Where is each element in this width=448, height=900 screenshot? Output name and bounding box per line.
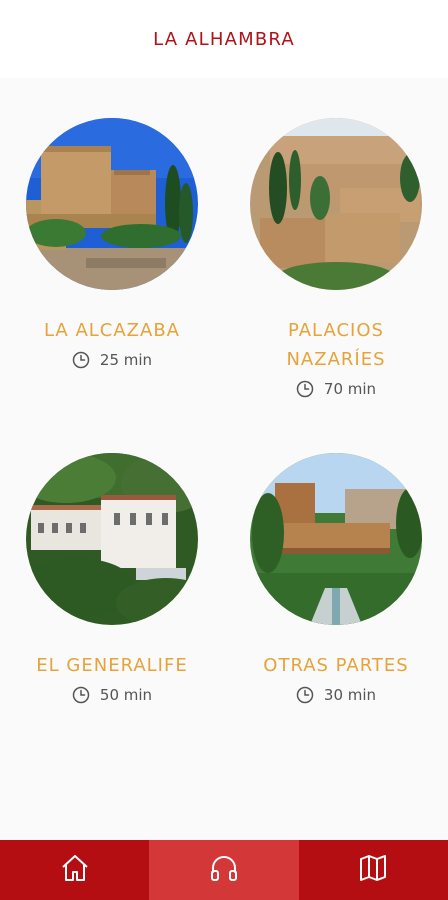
clock-icon	[296, 686, 314, 704]
tour-title: LA ALCAZABA	[43, 320, 180, 341]
tour-title: EL GENERALIFE	[36, 655, 188, 676]
palacios-illustration	[250, 118, 422, 290]
duration-label: 70 min	[323, 380, 377, 398]
generalife-photo[interactable]	[26, 453, 198, 625]
tour-grid: LA ALCAZABA 25 min PALACIOS NAZARÍES 70 …	[0, 78, 448, 840]
clock-icon	[72, 686, 90, 704]
clock-icon	[296, 380, 314, 398]
home-icon	[59, 852, 91, 888]
tour-duration: 25 min	[72, 351, 152, 369]
page-title: LA ALHAMBRA	[153, 28, 295, 50]
duration-label: 30 min	[323, 686, 377, 704]
duration-label: 25 min	[99, 351, 153, 369]
bottom-tab-bar	[0, 840, 448, 900]
app-header: LA ALHAMBRA	[0, 0, 448, 78]
tour-duration: 70 min	[296, 380, 376, 398]
tour-duration: 50 min	[72, 686, 152, 704]
tab-home[interactable]	[0, 840, 149, 900]
tour-title: PALACIOS NAZARÍES	[286, 320, 386, 370]
generalife-illustration	[26, 453, 198, 625]
tour-card-generalife[interactable]: EL GENERALIFE 50 min	[0, 453, 224, 704]
tour-card-alcazaba[interactable]: LA ALCAZABA 25 min	[0, 118, 224, 369]
tour-card-palacios-nazaries[interactable]: PALACIOS NAZARÍES 70 min	[224, 118, 448, 398]
tour-card-otras-partes[interactable]: OTRAS PARTES 30 min	[224, 453, 448, 704]
tour-title: OTRAS PARTES	[263, 655, 409, 676]
otras-partes-illustration	[250, 453, 422, 625]
otras-partes-photo[interactable]	[250, 453, 422, 625]
palacios-nazaries-photo[interactable]	[250, 118, 422, 290]
headphones-icon	[208, 852, 240, 888]
duration-label: 50 min	[99, 686, 153, 704]
tour-duration: 30 min	[296, 686, 376, 704]
tab-audio-guide[interactable]	[149, 840, 299, 900]
alcazaba-photo[interactable]	[26, 118, 198, 290]
alcazaba-illustration	[26, 118, 198, 290]
clock-icon	[72, 351, 90, 369]
tab-map[interactable]	[299, 840, 448, 900]
map-icon	[357, 852, 389, 888]
